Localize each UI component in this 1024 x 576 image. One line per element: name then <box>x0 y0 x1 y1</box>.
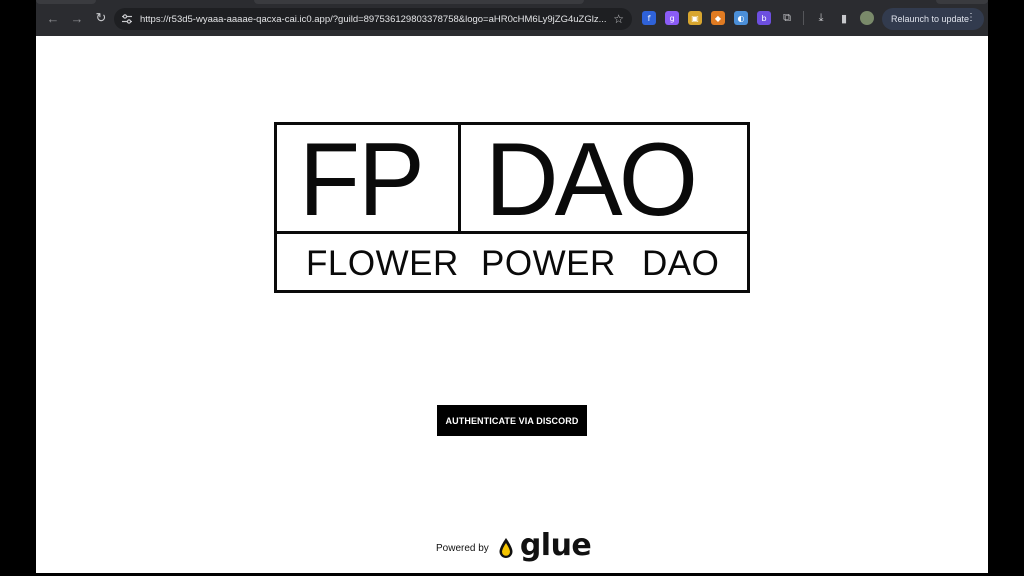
extension-1-icon[interactable]: f <box>642 11 656 25</box>
logo-bottom-row: FLOWER POWER DAO <box>277 237 747 290</box>
site-settings-icon[interactable] <box>120 12 134 26</box>
extensions-puzzle-icon[interactable]: ⧉ <box>780 11 794 25</box>
extension-4-icon[interactable]: ◆ <box>711 11 725 25</box>
logo-fp-box: FP <box>277 122 461 238</box>
logo-word-dao: DAO <box>642 244 720 283</box>
tab-edge-left <box>36 0 96 4</box>
glue-brand-text: glue <box>519 528 592 563</box>
profile-avatar-icon[interactable] <box>860 11 874 25</box>
extension-6-icon[interactable]: b <box>757 11 771 25</box>
reload-icon[interactable]: ↻ <box>90 7 112 29</box>
extension-3-icon[interactable]: ▣ <box>688 11 702 25</box>
logo-word-flower: FLOWER <box>306 244 459 283</box>
logo-fp-text: FP <box>299 122 425 238</box>
browser-toolbar: ← → ↻ https://r53d5-wyaaa-aaaae-qacxa-ca… <box>36 0 988 36</box>
url-text[interactable]: https://r53d5-wyaaa-aaaae-qacxa-cai.ic0.… <box>140 14 610 25</box>
address-bar[interactable]: https://r53d5-wyaaa-aaaae-qacxa-cai.ic0.… <box>114 8 632 30</box>
extension-5-icon[interactable]: ◐ <box>734 11 748 25</box>
powered-by-label: Powered by <box>436 542 489 554</box>
authenticate-discord-button[interactable]: AUTHENTICATE VIA DISCORD <box>437 405 587 436</box>
more-menu-icon[interactable]: ⋮ <box>966 12 976 23</box>
page-content: FP DAO FLOWER POWER DAO AUTHENTICATE VIA… <box>36 36 988 573</box>
powered-by-footer: Powered by glue <box>436 528 592 566</box>
logo-top-row: FP DAO <box>277 125 747 234</box>
back-arrow-icon[interactable]: ← <box>42 7 64 29</box>
logo-word-power: POWER <box>481 244 616 283</box>
extension-2-icon[interactable]: g <box>665 11 679 25</box>
fp-dao-logo: FP DAO FLOWER POWER DAO <box>274 122 750 293</box>
glue-drop-icon <box>499 538 513 558</box>
logo-dao-text: DAO <box>485 122 698 238</box>
download-icon[interactable]: ⤓ <box>814 11 828 25</box>
extensions-bar: f g ▣ ◆ ◐ b ⧉ ⤓ ▮ <box>642 11 883 25</box>
bookmark-star-icon[interactable]: ☆ <box>613 12 624 26</box>
relaunch-label: Relaunch to update <box>891 14 970 24</box>
tab-edge-right <box>936 0 988 4</box>
side-panel-icon[interactable]: ▮ <box>837 11 851 25</box>
toolbar-divider <box>803 11 804 25</box>
relaunch-button[interactable]: Relaunch to update ⋮ <box>882 8 984 30</box>
forward-arrow-icon[interactable]: → <box>66 7 88 29</box>
tab-edge-active <box>254 0 584 4</box>
